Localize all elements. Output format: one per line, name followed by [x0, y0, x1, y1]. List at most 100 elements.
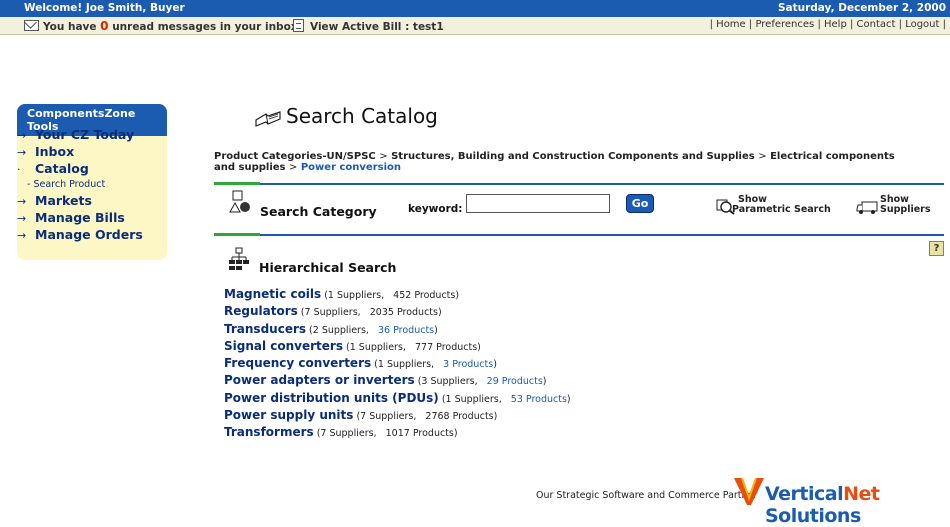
status-bar: You have 0 unread messages in your inbox… [0, 17, 950, 35]
category-counts: (7 Suppliers, 1017 Products) [314, 428, 458, 439]
arrow-right-icon: → [17, 212, 27, 225]
supplier-count: (7 Suppliers, [300, 307, 361, 319]
arrow-right-icon: → [17, 129, 27, 142]
list-item: Regulators (7 Suppliers, 2035 Products) [224, 304, 571, 321]
welcome-text: Welcome! Joe Smith, Buyer [24, 2, 185, 14]
contact-link[interactable]: Contact [857, 19, 896, 30]
divider-accent [214, 233, 260, 236]
envelope-icon [24, 20, 39, 31]
sidebar-subitem-search-product[interactable]: - Search Product [27, 179, 105, 190]
sidebar-item-your-cz-today[interactable]: → Your CZ Today [17, 127, 134, 142]
category-link[interactable]: Transformers [224, 425, 314, 439]
partner-text: Our Strategic Software and Commerce Part… [536, 490, 758, 501]
hierarchical-search-title: Hierarchical Search [259, 260, 397, 275]
breadcrumb-current[interactable]: Power conversion [301, 162, 401, 173]
breadcrumb: Product Categories-UN/SPSC > Structures,… [214, 151, 914, 173]
close-paren: ) [493, 359, 497, 371]
active-bill-link[interactable]: View Active Bill : test1 [293, 19, 444, 33]
category-counts: (3 Suppliers, 29 Products) [415, 376, 547, 387]
list-item: Power distribution units (PDUs) (1 Suppl… [224, 391, 571, 408]
divider-bottom [214, 234, 944, 236]
supplier-count: (1 Suppliers, [324, 290, 385, 301]
keyword-label: keyword: [408, 203, 463, 215]
date-text: Saturday, December 2, 2000 [777, 2, 946, 14]
products-link[interactable]: 29 Products [487, 376, 543, 387]
arrow-right-icon: → [17, 146, 27, 159]
category-list: Magnetic coils (1 Suppliers, 452 Product… [224, 287, 571, 443]
product-count: 777 Products) [414, 341, 481, 353]
category-counts: (1 Suppliers, 777 Products) [343, 342, 481, 353]
divider-top [214, 183, 944, 185]
show-parametric-search-link[interactable]: Show Parametric Search [716, 195, 831, 215]
list-item: Frequency converters (1 Suppliers, 3 Pro… [224, 356, 571, 373]
products-link[interactable]: 36 Products [378, 325, 434, 336]
home-link[interactable]: Home [716, 19, 746, 30]
category-counts: (2 Suppliers, 36 Products) [306, 325, 438, 336]
sidebar-item-manage-orders[interactable]: → Manage Orders [17, 227, 143, 242]
sidebar-item-manage-bills[interactable]: → Manage Bills [17, 210, 125, 225]
truck-icon [856, 201, 878, 214]
arrow-right-icon: → [17, 195, 27, 208]
top-bar: Welcome! Joe Smith, Buyer Saturday, Dece… [0, 0, 950, 17]
help-link[interactable]: Help [824, 19, 847, 30]
category-counts: (1 Suppliers, 3 Products) [371, 359, 497, 370]
list-item: Power adapters or inverters (3 Suppliers… [224, 373, 571, 390]
verticalnet-logo[interactable]: VerticalNet Solutions [765, 483, 950, 527]
logout-link[interactable]: Logout [905, 19, 939, 30]
product-count: 2035 Products) [369, 307, 442, 319]
category-link[interactable]: Frequency converters [224, 356, 371, 370]
list-item: Magnetic coils (1 Suppliers, 452 Product… [224, 287, 571, 304]
breadcrumb-level1[interactable]: Structures, Building and Construction Co… [391, 151, 755, 162]
list-item: Power supply units (7 Suppliers, 2768 Pr… [224, 408, 571, 425]
list-item: Transducers (2 Suppliers, 36 Products) [224, 322, 571, 339]
sidebar-item-catalog[interactable]: · Catalog [17, 161, 89, 176]
keyword-input[interactable] [466, 194, 610, 213]
show-suppliers-link[interactable]: Show Suppliers [856, 195, 931, 215]
category-link[interactable]: Power adapters or inverters [224, 373, 415, 387]
open-book-icon [255, 111, 281, 127]
category-link[interactable]: Transducers [224, 322, 306, 336]
category-link[interactable]: Regulators [224, 304, 298, 318]
breadcrumb-separator: > [758, 151, 767, 162]
arrow-right-icon: → [17, 229, 27, 242]
inbox-status[interactable]: You have 0 unread messages in your inbox [24, 19, 298, 33]
sidebar-item-inbox[interactable]: → Inbox [17, 144, 74, 159]
category-link[interactable]: Power supply units [224, 408, 353, 422]
product-count: 452 Products) [393, 290, 460, 301]
supplier-count: (7 Suppliers, [356, 411, 417, 423]
verticalnet-logo-icon [734, 477, 764, 505]
top-links: | Home | Preferences | Help | Contact | … [709, 19, 946, 30]
product-count: 1017 Products) [385, 428, 458, 440]
preferences-link[interactable]: Preferences [755, 19, 814, 30]
breadcrumb-root[interactable]: Product Categories-UN/SPSC [214, 151, 376, 162]
close-paren: ) [566, 393, 571, 405]
supplier-count: (1 Suppliers, [374, 359, 435, 371]
search-category-icon [229, 190, 250, 213]
supplier-count: (1 Suppliers, [346, 341, 406, 353]
products-link[interactable]: 53 Products [511, 394, 567, 405]
tools-sidebar: ComponentsZone Tools → Your CZ Today → Inb… [17, 104, 167, 260]
breadcrumb-separator: > [288, 162, 298, 173]
close-paren: ) [434, 324, 438, 336]
bullet-icon: · [17, 163, 21, 176]
category-counts: (1 Suppliers, 53 Products) [439, 394, 571, 405]
products-link[interactable]: 3 Products [443, 359, 493, 370]
category-link[interactable]: Signal converters [224, 339, 343, 353]
go-button[interactable]: Go [626, 194, 654, 213]
supplier-count: (1 Suppliers, [441, 393, 502, 405]
supplier-count: (7 Suppliers, [316, 428, 377, 440]
hierarchy-icon [229, 247, 249, 270]
page-title: Search Catalog [286, 104, 438, 128]
category-link[interactable]: Power distribution units (PDUs) [224, 391, 439, 405]
supplier-count: (3 Suppliers, [417, 376, 478, 388]
help-icon[interactable]: ? [929, 241, 944, 256]
magnifier-icon [716, 199, 735, 215]
breadcrumb-separator: > [379, 151, 388, 162]
category-link[interactable]: Magnetic coils [224, 287, 321, 301]
unread-count: 0 [100, 19, 109, 33]
product-count: 2768 Products) [425, 411, 498, 423]
close-paren: ) [542, 376, 547, 388]
category-counts: (7 Suppliers, 2768 Products) [353, 411, 497, 422]
supplier-count: (2 Suppliers, [309, 324, 369, 336]
sidebar-item-markets[interactable]: → Markets [17, 193, 92, 208]
